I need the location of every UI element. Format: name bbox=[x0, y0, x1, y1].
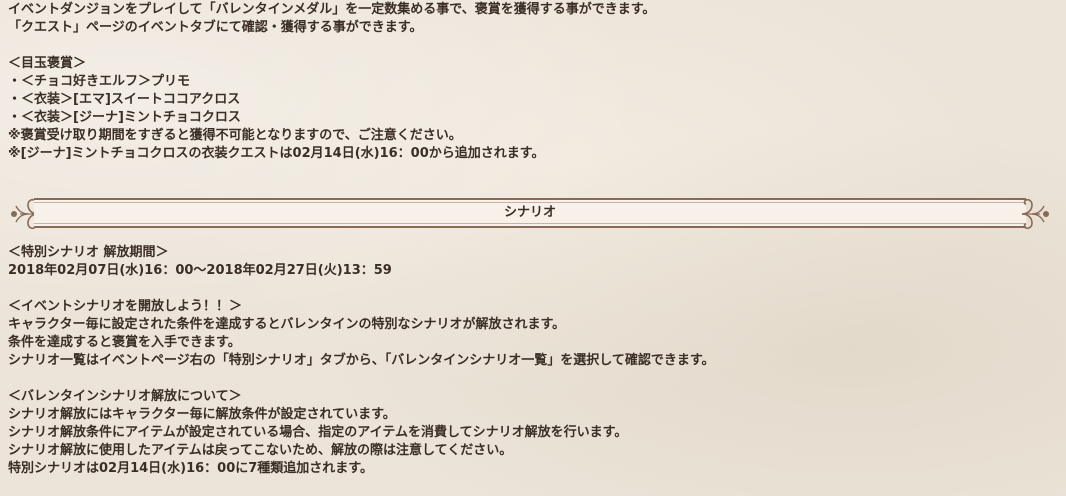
reward-item: ・＜衣装＞[エマ]スイートココアクロス bbox=[8, 92, 241, 107]
event-scenario-text: シナリオ一覧はイベントページ右の「特別シナリオ」タブから、「バレンタインシナリオ… bbox=[8, 353, 715, 368]
reward-note: ※褒賞受け取り期間をすぎると獲得不可能となりますので、ご注意ください。 bbox=[8, 128, 462, 143]
intro-line-1: イベントダンジョンをプレイして「バレンタインメダル」を一定数集める事で、褒賞を獲… bbox=[8, 2, 656, 17]
unlock-info-text: 特別シナリオは02月14日(水)16：00に7種類追加されます。 bbox=[8, 461, 373, 476]
reward-note: ※[ジーナ]ミントチョコクロスの衣装クエストは02月14日(水)16：00から追… bbox=[8, 146, 545, 161]
event-scenario-heading: ＜イベントシナリオを開放しよう！！＞ bbox=[8, 299, 243, 314]
unlock-info-text: シナリオ解放条件にアイテムが設定されている場合、指定のアイテムを消費してシナリオ… bbox=[8, 425, 628, 440]
reward-item: ・＜チョコ好きエルフ＞プリモ bbox=[8, 74, 191, 89]
scenario-period: 2018年02月07日(水)16：00～2018年02月27日(火)13：59 bbox=[8, 263, 392, 278]
section-banner: シナリオ bbox=[8, 192, 1052, 236]
rewards-heading: ＜目玉褒賞＞ bbox=[8, 56, 87, 71]
unlock-info-text: シナリオ解放にはキャラクター毎に解放条件が設定されています。 bbox=[8, 407, 396, 422]
event-reward-section: イベントダンジョンをプレイして「バレンタインメダル」を一定数集める事で、褒賞を獲… bbox=[8, 1, 655, 163]
section-title: シナリオ bbox=[503, 205, 556, 220]
ornament-right-icon bbox=[1021, 198, 1049, 230]
intro-line-2: 「クエスト」ページのイベントタブにて確認・獲得する事ができます。 bbox=[8, 20, 423, 35]
event-scenario-text: 条件を達成すると褒賞を入手できます。 bbox=[8, 335, 241, 350]
scenario-period-heading: ＜特別シナリオ 解放期間＞ bbox=[8, 245, 169, 260]
reward-item: ・＜衣装＞[ジーナ]ミントチョコクロス bbox=[8, 110, 241, 125]
unlock-info-heading: ＜バレンタインシナリオ解放について＞ bbox=[8, 389, 242, 404]
event-scenario-text: キャラクター毎に設定された条件を達成するとバレンタインの特別なシナリオが解放され… bbox=[8, 317, 566, 332]
scenario-section: ＜特別シナリオ 解放期間＞ 2018年02月07日(水)16：00～2018年0… bbox=[8, 244, 715, 478]
unlock-info-text: シナリオ解放に使用したアイテムは戻ってこないため、解放の際は注意してください。 bbox=[8, 443, 513, 458]
